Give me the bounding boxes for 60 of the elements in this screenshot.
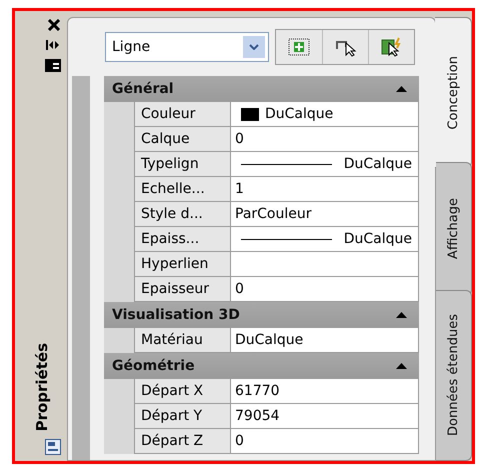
collapse-arrow-icon[interactable] <box>396 312 407 318</box>
property-label: Départ Z <box>134 429 231 454</box>
value-cell[interactable]: DuCalque <box>231 102 419 127</box>
property-value: DuCalque <box>344 156 412 172</box>
side-tab[interactable]: Conception <box>435 17 472 168</box>
section-title: Géométrie <box>112 358 195 374</box>
section-header[interactable]: Visualisation 3D <box>104 302 419 328</box>
palette-title: Propriétés <box>33 342 51 431</box>
value-cell[interactable]: DuCalque <box>231 328 419 353</box>
section-title: Général <box>112 81 174 97</box>
property-value: 79054 <box>235 408 280 424</box>
property-value: DuCalque <box>235 332 304 348</box>
property-value: 0 <box>235 131 244 147</box>
chevron-down-icon <box>249 44 259 50</box>
property-label: Hyperlien <box>134 252 231 277</box>
value-cell[interactable]: 79054 <box>231 404 419 429</box>
collapse-arrow-icon[interactable] <box>396 86 407 92</box>
property-label: Calque <box>134 127 231 152</box>
value-cell[interactable]: 0 <box>231 277 419 302</box>
color-swatch <box>241 108 259 120</box>
property-label: Style d... <box>134 202 231 227</box>
close-icon[interactable] <box>47 19 61 31</box>
section-title: Visualisation 3D <box>112 307 240 323</box>
toggle-pickadd-button[interactable] <box>276 30 322 64</box>
property-label: Départ Y <box>134 404 231 429</box>
property-value: 1 <box>235 181 244 197</box>
section-header[interactable]: Général <box>104 76 419 102</box>
quick-select-button[interactable] <box>368 30 414 64</box>
scrollbar[interactable] <box>72 76 90 460</box>
value-cell[interactable]: DuCalque <box>231 152 419 177</box>
value-cell[interactable]: DuCalque <box>231 227 419 252</box>
properties-menu-icon[interactable] <box>45 59 61 72</box>
side-tab[interactable]: Données étendues <box>436 290 472 461</box>
value-cell[interactable]: 0 <box>231 429 419 454</box>
property-value: 61770 <box>235 383 280 399</box>
select-objects-button[interactable] <box>322 30 368 64</box>
property-value: ParCouleur <box>235 206 312 222</box>
value-cell[interactable]: 0 <box>231 127 419 152</box>
auto-hide-icon[interactable] <box>45 39 61 51</box>
property-label: Matériau <box>134 328 231 353</box>
property-label: Epaisseur <box>134 277 231 302</box>
property-label: Epaiss... <box>134 227 231 252</box>
value-cell[interactable]: 61770 <box>231 379 419 404</box>
property-value: 0 <box>235 433 244 449</box>
palette-icon <box>45 439 61 455</box>
value-cell[interactable]: 1 <box>231 177 419 202</box>
property-label: Typelign <box>134 152 231 177</box>
quick-select-icon <box>380 37 404 57</box>
value-cell[interactable] <box>231 252 419 277</box>
property-label: Départ X <box>134 379 231 404</box>
section-header[interactable]: Géométrie <box>104 353 419 379</box>
dotted-square-plus-icon <box>288 38 310 56</box>
value-cell[interactable]: ParCouleur <box>231 202 419 227</box>
property-label: Echelle... <box>134 177 231 202</box>
property-value: DuCalque <box>344 231 412 247</box>
collapse-arrow-icon[interactable] <box>396 363 407 369</box>
property-value: 0 <box>235 281 244 297</box>
property-value: DuCalque <box>265 106 334 122</box>
object-type-dropdown[interactable]: Ligne <box>105 32 269 62</box>
property-label: Couleur <box>134 102 231 127</box>
